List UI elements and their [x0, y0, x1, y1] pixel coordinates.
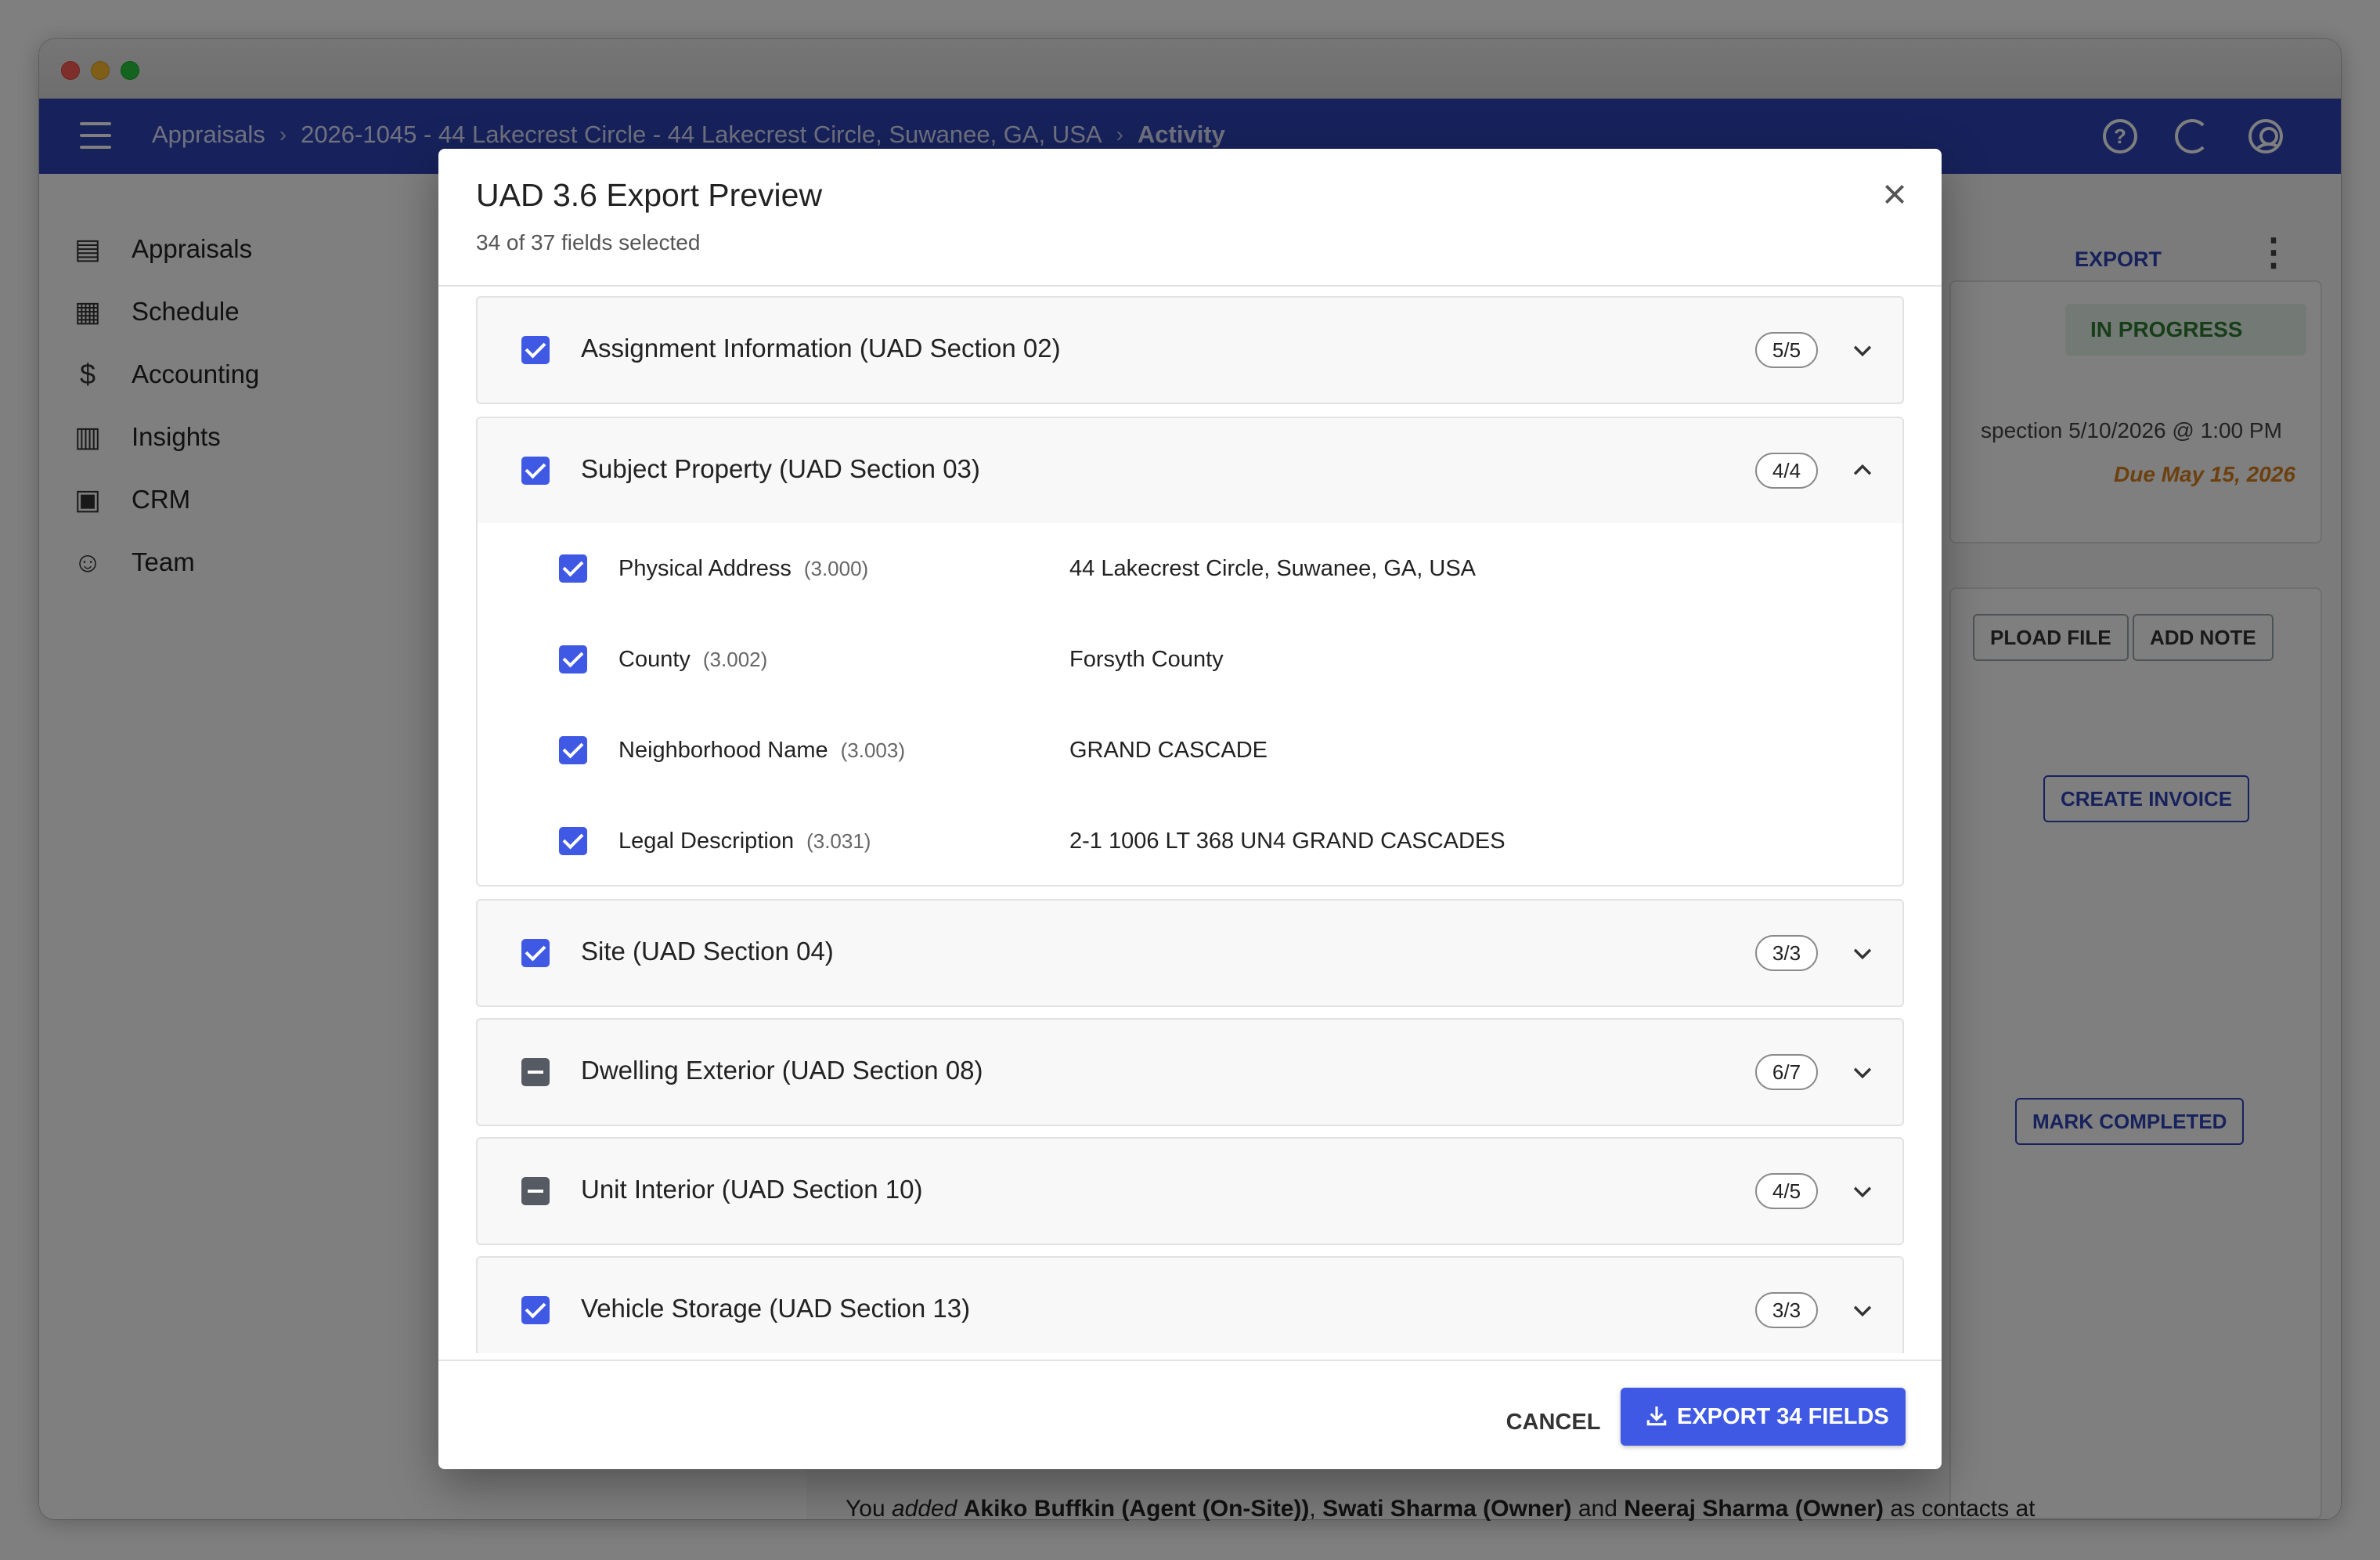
- section-title: Unit Interior (UAD Section 10): [581, 1175, 923, 1204]
- chevron-down-icon[interactable]: [1849, 940, 1876, 966]
- field-value: GRAND CASCADE: [1069, 738, 1268, 763]
- field-label: Legal Description (3.031): [618, 829, 871, 854]
- section-count-badge: 5/5: [1755, 332, 1818, 368]
- section-title: Assignment Information (UAD Section 02): [581, 334, 1061, 363]
- divider: [438, 1360, 1942, 1361]
- field-row-physical-address[interactable]: Physical Address (3.000) 44 Lakecrest Cir…: [478, 523, 1902, 614]
- section-title: Vehicle Storage (UAD Section 13): [581, 1294, 971, 1323]
- section-checkbox-indeterminate[interactable]: [521, 1058, 550, 1086]
- field-checkbox[interactable]: [559, 736, 587, 764]
- section-count-badge: 6/7: [1755, 1054, 1818, 1090]
- field-code: (3.003): [840, 738, 906, 762]
- section-count-badge: 4/4: [1755, 453, 1818, 489]
- section-assignment-information: Assignment Information (UAD Section 02) …: [476, 296, 1904, 404]
- field-label: Physical Address (3.000): [618, 556, 869, 581]
- export-fields-button[interactable]: EXPORT 34 FIELDS: [1621, 1388, 1906, 1446]
- section-site: Site (UAD Section 04) 3/3: [476, 899, 1904, 1007]
- section-title: Dwelling Exterior (UAD Section 08): [581, 1056, 983, 1085]
- field-checkbox[interactable]: [559, 827, 587, 855]
- field-checkbox[interactable]: [559, 554, 587, 583]
- dialog-body[interactable]: Assignment Information (UAD Section 02) …: [438, 287, 1942, 1353]
- field-label: Neighborhood Name (3.003): [618, 738, 906, 763]
- field-value: 44 Lakecrest Circle, Suwanee, GA, USA: [1069, 556, 1477, 581]
- chevron-down-icon[interactable]: [1849, 1178, 1876, 1204]
- field-code: (3.002): [702, 648, 768, 671]
- section-checkbox[interactable]: [521, 939, 550, 967]
- field-code: (3.000): [803, 557, 869, 580]
- field-row-legal-description[interactable]: Legal Description (3.031) 2-1 1006 LT 368…: [478, 796, 1902, 885]
- field-row-neighborhood-name[interactable]: Neighborhood Name (3.003) GRAND CASCADE: [478, 705, 1902, 796]
- export-fields-label: EXPORT 34 FIELDS: [1677, 1404, 1889, 1429]
- chevron-up-icon[interactable]: [1849, 457, 1876, 484]
- section-unit-interior: Unit Interior (UAD Section 10) 4/5: [476, 1137, 1904, 1245]
- export-preview-dialog: UAD 3.6 Export Preview 34 of 37 fields s…: [438, 149, 1942, 1469]
- section-count-badge: 4/5: [1755, 1173, 1818, 1209]
- chevron-down-icon[interactable]: [1849, 1297, 1876, 1323]
- section-header[interactable]: Unit Interior (UAD Section 10) 4/5: [478, 1139, 1902, 1244]
- section-count-badge: 3/3: [1755, 935, 1818, 971]
- section-count-badge: 3/3: [1755, 1292, 1818, 1328]
- section-subject-property: Subject Property (UAD Section 03) 4/4 Ph…: [476, 417, 1904, 887]
- section-checkbox[interactable]: [521, 336, 550, 364]
- cancel-button[interactable]: CANCEL: [1486, 1394, 1621, 1450]
- field-row-county[interactable]: County (3.002) Forsyth County: [478, 614, 1902, 705]
- field-label: County (3.002): [618, 647, 768, 672]
- chevron-down-icon[interactable]: [1849, 1059, 1876, 1085]
- chevron-down-icon[interactable]: [1849, 337, 1876, 363]
- section-title: Site (UAD Section 04): [581, 937, 834, 966]
- dialog-title: UAD 3.6 Export Preview: [476, 177, 823, 213]
- field-value: 2-1 1006 LT 368 UN4 GRAND CASCADES: [1069, 829, 1506, 854]
- section-header[interactable]: Subject Property (UAD Section 03) 4/4: [478, 418, 1902, 523]
- section-header[interactable]: Dwelling Exterior (UAD Section 08) 6/7: [478, 1020, 1902, 1125]
- section-header[interactable]: Vehicle Storage (UAD Section 13) 3/3: [478, 1258, 1902, 1353]
- section-header[interactable]: Site (UAD Section 04) 3/3: [478, 901, 1902, 1006]
- section-checkbox[interactable]: [521, 1296, 550, 1324]
- download-icon: [1646, 1407, 1667, 1426]
- field-code: (3.031): [806, 829, 871, 853]
- section-dwelling-exterior: Dwelling Exterior (UAD Section 08) 6/7: [476, 1018, 1904, 1126]
- section-title: Subject Property (UAD Section 03): [581, 454, 980, 483]
- close-icon[interactable]: ×: [1871, 171, 1918, 218]
- dialog-subtitle: 34 of 37 fields selected: [476, 230, 701, 255]
- section-checkbox[interactable]: [521, 457, 550, 485]
- field-value: Forsyth County: [1069, 647, 1224, 672]
- section-checkbox-indeterminate[interactable]: [521, 1177, 550, 1205]
- field-checkbox[interactable]: [559, 645, 587, 673]
- section-vehicle-storage: Vehicle Storage (UAD Section 13) 3/3: [476, 1256, 1904, 1353]
- section-header[interactable]: Assignment Information (UAD Section 02) …: [478, 298, 1902, 403]
